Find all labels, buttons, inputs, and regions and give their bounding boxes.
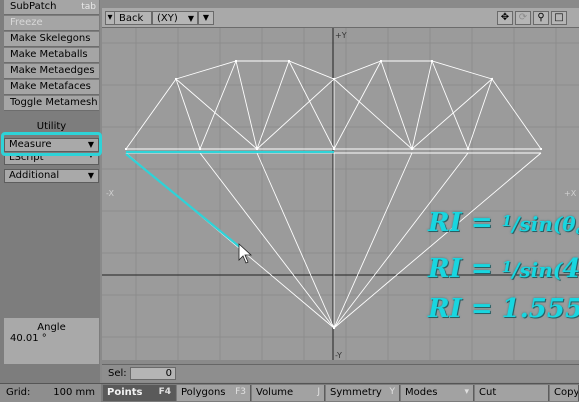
toggle-metamesh-button[interactable]: Toggle Metamesh xyxy=(4,96,99,111)
volume-mode-button[interactable]: Volume J xyxy=(252,385,325,401)
points-mode-shortcut: F4 xyxy=(158,387,171,397)
subpatch-button[interactable]: SubPatch tab xyxy=(4,0,99,15)
view-back-label: Back xyxy=(119,13,144,24)
volume-mode-label: Volume xyxy=(256,387,294,398)
make-skelegons-label: Make Skelegons xyxy=(10,33,91,44)
make-metafaces-label: Make Metafaces xyxy=(10,81,91,92)
modes-label: Modes xyxy=(405,387,438,398)
freeze-button[interactable]: Freeze xyxy=(4,16,99,31)
axis-x-right-label: +X xyxy=(564,189,577,198)
chevron-down-icon: ▼ xyxy=(87,171,94,180)
formula-line-3: RI = 1.5557 xyxy=(428,294,579,324)
make-metaedges-label: Make Metaedges xyxy=(10,65,95,76)
subpatch-shortcut: tab xyxy=(81,2,96,12)
toggle-metamesh-label: Toggle Metamesh xyxy=(10,97,98,108)
angle-label: Angle xyxy=(37,322,66,333)
polygons-mode-shortcut: F3 xyxy=(235,387,246,397)
utility-heading: Utility xyxy=(36,121,67,132)
grid-label: Grid: xyxy=(6,387,31,398)
symmetry-label: Symmetry xyxy=(330,387,382,398)
view-back-button[interactable]: Back xyxy=(114,11,152,25)
cut-button[interactable]: Cut xyxy=(475,385,549,401)
measure-highlight-box xyxy=(1,132,102,156)
volume-mode-shortcut: J xyxy=(317,387,320,397)
sel-label: Sel: xyxy=(108,368,127,379)
formula-line-2: RI = 1/sin(40) xyxy=(428,254,579,284)
polygons-mode-button[interactable]: Polygons F3 xyxy=(177,385,251,401)
viewport-back-xy[interactable]: +Y -Y -X +X RI = 1/sin(θ RI = 1/sin(4 RI… xyxy=(102,8,579,360)
grid-value: 100 mm xyxy=(53,387,95,398)
rotate-view-icon[interactable]: ⟳ xyxy=(515,11,531,25)
maximize-view-icon[interactable]: □ xyxy=(551,11,567,25)
symmetry-button[interactable]: Symmetry Y xyxy=(326,385,400,401)
viewport-options-dropdown[interactable]: ▼ xyxy=(198,11,214,25)
move-view-icon[interactable]: ✥ xyxy=(497,11,513,25)
make-metaballs-button[interactable]: Make Metaballs xyxy=(4,48,99,63)
axis-y-top-label: +Y xyxy=(335,31,347,40)
chevron-down-icon: ▼ xyxy=(202,13,210,22)
viewport-header: ▾ Back (XY) ▼ ▼ ✥ ⟳ ⚲ □ xyxy=(102,8,579,28)
measure-lines xyxy=(125,150,334,249)
axis-x-left-label: -X xyxy=(106,189,114,198)
cut-label: Cut xyxy=(479,387,497,398)
symmetry-shortcut: Y xyxy=(389,387,396,397)
points-mode-button[interactable]: Points F4 xyxy=(103,385,176,401)
chevron-down-icon: ▾ xyxy=(464,387,469,397)
subpatch-label: SubPatch xyxy=(10,1,57,12)
mouse-pointer-icon xyxy=(238,243,253,264)
grid-status: Grid: 100 mm xyxy=(0,383,101,402)
copy-label: Copy xyxy=(554,387,579,398)
selection-status-bar: Sel: 0 xyxy=(102,364,579,382)
zoom-view-icon[interactable]: ⚲ xyxy=(533,11,549,25)
view-axis-dropdown[interactable]: (XY) ▼ xyxy=(152,11,198,25)
copy-button[interactable]: Copy xyxy=(550,385,579,401)
polygons-mode-label: Polygons xyxy=(181,387,226,398)
additional-dropdown-label: Additional xyxy=(9,170,60,181)
angle-info-panel: Angle 40.01 ° xyxy=(4,318,99,364)
freeze-label: Freeze xyxy=(10,17,43,28)
sel-count: 0 xyxy=(130,367,176,380)
make-metafaces-button[interactable]: Make Metafaces xyxy=(4,80,99,95)
mode-bar: Points F4 Polygons F3 Volume J Symmetry … xyxy=(101,383,579,402)
tool-panel: SubPatch tab Freeze Make Skelegons Make … xyxy=(0,0,100,383)
make-metaedges-button[interactable]: Make Metaedges xyxy=(4,64,99,79)
formula-line-1: RI = 1/sin(θc) xyxy=(428,208,579,238)
view-axis-label: (XY) xyxy=(157,13,178,24)
points-mode-label: Points xyxy=(107,387,143,398)
modes-button[interactable]: Modes ▾ xyxy=(401,385,474,401)
angle-value: 40.01 ° xyxy=(10,333,47,344)
additional-dropdown[interactable]: Additional ▼ xyxy=(4,169,99,183)
axis-y-bottom-label: -Y xyxy=(335,351,342,360)
make-skelegons-button[interactable]: Make Skelegons xyxy=(4,32,99,47)
make-metaballs-label: Make Metaballs xyxy=(10,49,88,60)
chevron-down-icon: ▼ xyxy=(187,14,194,23)
refractive-index-formula: RI = 1/sin(θc) RI = 1/sin(40) RI = 1.555… xyxy=(428,204,579,329)
